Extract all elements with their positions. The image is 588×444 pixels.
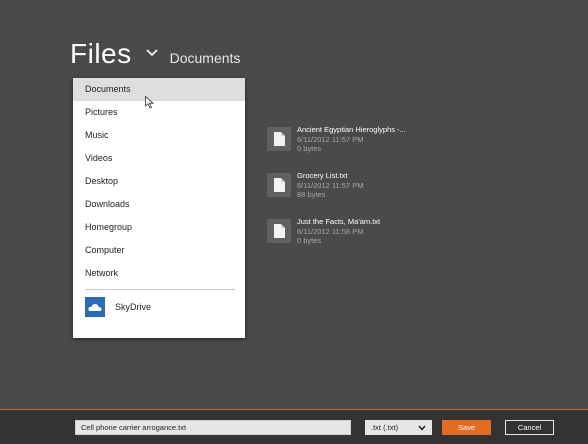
file-size: 88 bytes xyxy=(297,190,326,199)
divider xyxy=(85,289,235,290)
file-date: 6/11/2012 11:57 PM xyxy=(297,134,364,144)
file-type-select[interactable]: .txt (.txt) xyxy=(365,420,432,435)
location-item-skydrive[interactable]: SkyDrive xyxy=(73,296,245,318)
file-type-value: .txt (.txt) xyxy=(371,423,399,432)
text-document-icon xyxy=(267,173,291,197)
skydrive-label: SkyDrive xyxy=(115,302,152,312)
current-location: Documents xyxy=(169,50,241,66)
file-size: 0 bytes xyxy=(297,236,322,245)
location-item-homegroup[interactable]: Homegroup xyxy=(73,216,245,239)
location-item-desktop[interactable]: Desktop xyxy=(73,170,245,193)
file-date: 6/11/2012 11:57 PM xyxy=(297,180,364,190)
skydrive-icon xyxy=(85,297,105,317)
cancel-button[interactable]: Cancel xyxy=(505,420,554,435)
filename-input[interactable] xyxy=(75,420,351,435)
location-item-pictures[interactable]: Pictures xyxy=(73,101,245,124)
file-date: 6/11/2012 11:58 PM xyxy=(297,226,364,236)
file-list: Ancient Egyptian Hieroglyphs -... 6/11/2… xyxy=(267,125,517,263)
file-item[interactable]: Ancient Egyptian Hieroglyphs -... 6/11/2… xyxy=(267,125,517,155)
text-document-icon xyxy=(267,127,291,151)
mouse-pointer-icon xyxy=(145,96,154,109)
location-item-network[interactable]: Network xyxy=(73,262,245,285)
header: Files Documents xyxy=(70,38,240,74)
file-item[interactable]: Grocery List.txt 6/11/2012 11:57 PM 88 b… xyxy=(267,171,517,201)
save-button[interactable]: Save xyxy=(442,420,491,435)
chevron-down-icon xyxy=(418,425,426,431)
location-dropdown: Documents Pictures Music Videos Desktop … xyxy=(73,78,245,338)
page-title: Files xyxy=(70,38,132,69)
location-item-computer[interactable]: Computer xyxy=(73,239,245,262)
chevron-down-icon[interactable] xyxy=(144,44,160,60)
text-document-icon xyxy=(267,219,291,243)
location-item-videos[interactable]: Videos xyxy=(73,147,245,170)
bottom-app-bar: .txt (.txt) Save Cancel xyxy=(0,409,588,444)
file-name: Grocery List.txt xyxy=(297,171,348,180)
location-item-documents[interactable]: Documents xyxy=(73,78,245,101)
file-size: 0 bytes xyxy=(297,144,322,153)
file-name: Ancient Egyptian Hieroglyphs -... xyxy=(297,125,406,134)
file-item[interactable]: Just the Facts, Ma'am.txt 6/11/2012 11:5… xyxy=(267,217,517,247)
location-item-music[interactable]: Music xyxy=(73,124,245,147)
file-name: Just the Facts, Ma'am.txt xyxy=(297,217,381,226)
location-item-downloads[interactable]: Downloads xyxy=(73,193,245,216)
